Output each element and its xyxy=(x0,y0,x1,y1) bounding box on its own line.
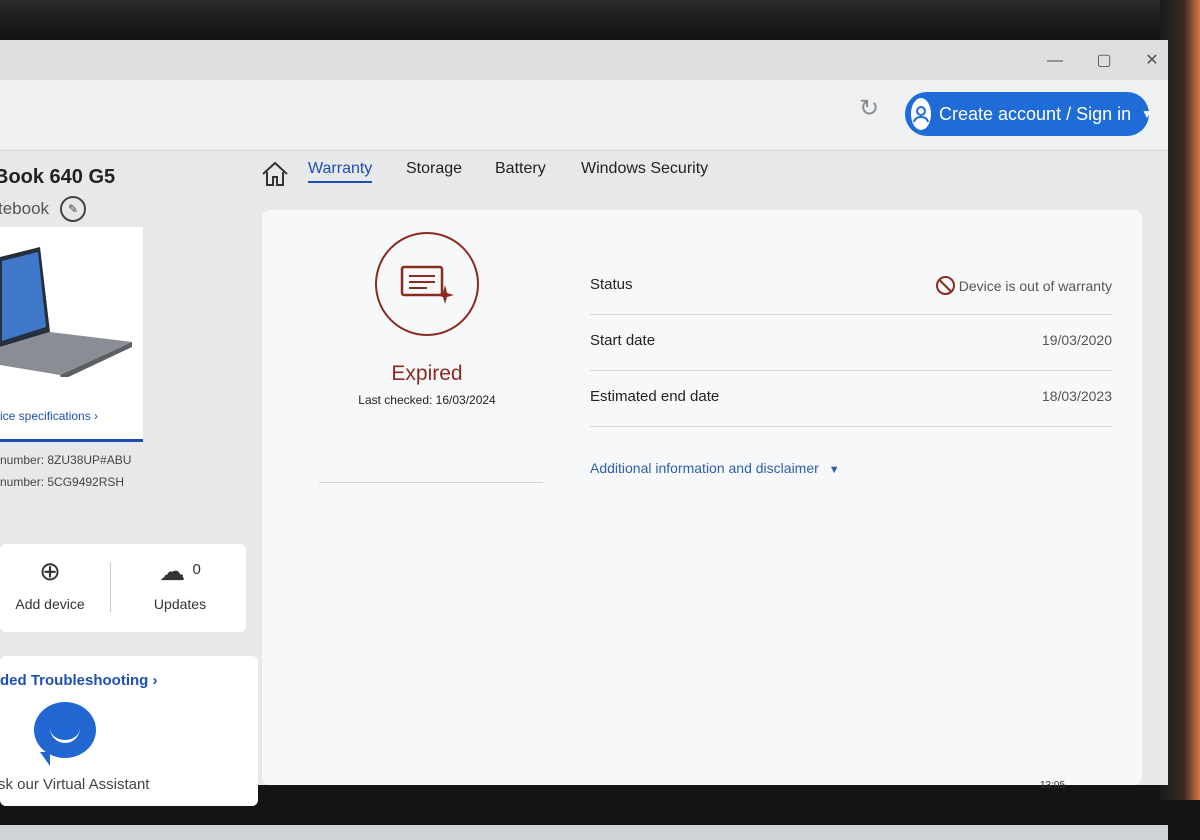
refresh-icon[interactable]: ↻ xyxy=(855,95,883,123)
user-icon xyxy=(911,98,931,130)
device-name: Book 640 G5 xyxy=(0,166,116,188)
status-label: Status xyxy=(590,276,633,293)
status-row: Status Device is out of warranty xyxy=(590,258,1112,315)
taskbar-clock: 13:05 xyxy=(1040,780,1066,791)
laptop-image xyxy=(0,247,132,377)
start-date-value: 19/03/2020 xyxy=(1041,332,1112,348)
warranty-certificate-icon xyxy=(375,232,479,336)
chevron-down-icon: ▼ xyxy=(1141,107,1154,121)
tab-storage[interactable]: Storage xyxy=(406,160,462,178)
disclaimer-label: Additional information and disclaimer xyxy=(590,460,819,476)
taskbar xyxy=(0,825,1168,840)
tab-windows-security[interactable]: Windows Security xyxy=(581,160,708,178)
minimize-button[interactable]: — xyxy=(1044,50,1066,72)
tab-warranty[interactable]: Warranty xyxy=(308,160,373,183)
end-date-value: 18/03/2023 xyxy=(1041,388,1112,404)
last-checked: Last checked: 16/03/2024 xyxy=(358,393,496,407)
divider xyxy=(110,562,111,612)
add-device-label: Add device xyxy=(15,596,85,612)
warranty-panel: Expired Last checked: 16/03/2024 Status … xyxy=(262,210,1142,785)
serial-number: number: 5CG9492RSH xyxy=(0,475,125,489)
troubleshooting-link[interactable]: ded Troubleshooting › xyxy=(0,672,158,689)
end-date-row: Estimated end date 18/03/2023 xyxy=(590,370,1112,427)
plus-circle-icon: ⊕ xyxy=(39,556,61,586)
start-date-row: Start date 19/03/2020 xyxy=(590,314,1112,371)
chat-bubble-icon[interactable] xyxy=(34,702,96,766)
monitor-bezel-top xyxy=(0,0,1200,40)
warranty-state: Expired xyxy=(391,362,463,385)
end-date-label: Estimated end date xyxy=(590,388,720,405)
signin-label: Create account / Sign in xyxy=(939,103,1132,124)
tab-bar: Warranty Storage Battery Windows Securit… xyxy=(260,150,1140,200)
maximize-button[interactable]: ▢ xyxy=(1093,50,1115,72)
updates-label: Updates xyxy=(153,596,207,612)
prohibited-icon xyxy=(935,276,955,295)
home-icon[interactable] xyxy=(260,160,290,188)
screen: — ▢ ✕ ↻ Create account / Sign in ▼ Book … xyxy=(0,40,1168,840)
device-sidebar: Book 640 G5 tebook ✎ ice specifications … xyxy=(0,150,260,806)
virtual-assistant-label[interactable]: sk our Virtual Assistant xyxy=(0,776,149,793)
device-card: ice specifications › xyxy=(0,227,143,442)
start-date-label: Start date xyxy=(590,332,656,349)
updates-count: 0 xyxy=(192,561,201,578)
cloud-download-icon: ☁︎ 0 xyxy=(159,556,201,586)
close-button[interactable]: ✕ xyxy=(1141,50,1163,72)
disclaimer-link[interactable]: Additional information and disclaimer ▼ xyxy=(590,460,840,476)
specs-link[interactable]: ice specifications › xyxy=(0,409,98,423)
edit-icon[interactable]: ✎ xyxy=(60,196,86,222)
updates-button[interactable]: ☁︎ 0 Updates xyxy=(140,556,220,612)
actions-card: ⊕ Add device ☁︎ 0 Updates xyxy=(0,544,246,632)
divider xyxy=(319,482,543,483)
status-value: Device is out of warranty xyxy=(958,278,1112,294)
product-number: number: 8ZU38UP#ABU xyxy=(0,453,132,467)
troubleshooting-card: ded Troubleshooting › sk our Virtual Ass… xyxy=(0,656,258,806)
chevron-down-icon: ▼ xyxy=(828,464,840,476)
device-type: tebook xyxy=(0,199,50,218)
tab-battery[interactable]: Battery xyxy=(495,160,546,178)
add-device-button[interactable]: ⊕ Add device xyxy=(10,556,90,612)
signin-button[interactable]: Create account / Sign in ▼ xyxy=(905,92,1153,136)
title-bar: — ▢ ✕ xyxy=(0,40,1168,80)
status-value-wrap: Device is out of warranty xyxy=(935,276,1112,295)
